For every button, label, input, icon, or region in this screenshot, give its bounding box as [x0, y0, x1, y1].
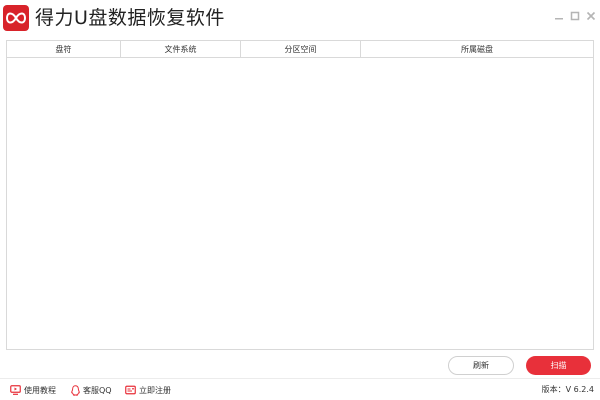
infinity-logo-icon: [3, 5, 29, 31]
disk-partition-table[interactable]: 盘符 文件系统 分区空间 所属磁盘: [6, 40, 594, 350]
column-header-partition-size[interactable]: 分区空间: [241, 41, 361, 58]
minimize-icon[interactable]: [553, 10, 565, 22]
column-header-drive-letter[interactable]: 盘符: [7, 41, 121, 58]
app-title: 得力U盘数据恢复软件: [35, 7, 225, 29]
qq-penguin-icon: [71, 384, 80, 396]
scan-button[interactable]: 扫描: [526, 356, 591, 375]
column-header-file-system[interactable]: 文件系统: [121, 41, 241, 58]
maximize-icon[interactable]: [569, 10, 581, 22]
close-icon[interactable]: [585, 10, 597, 22]
monitor-icon: [10, 385, 21, 395]
tutorial-label: 使用教程: [24, 385, 56, 395]
version-label: 版本：V 6.2.4: [541, 385, 594, 394]
customer-service-qq-link[interactable]: 客服QQ: [71, 384, 112, 396]
register-label: 立即注册: [139, 385, 171, 395]
tutorial-link[interactable]: 使用教程: [10, 384, 56, 396]
qq-label: 客服QQ: [83, 385, 112, 395]
app-window: 得力U盘数据恢复软件 盘符 文件系统 分区空间 所属磁盘 刷新 扫描 使用教程: [0, 0, 600, 400]
footer-bar: 使用教程 客服QQ 立即注册 版本：V 6.2.4: [0, 378, 600, 400]
register-card-icon: [125, 385, 136, 395]
title-bar[interactable]: 得力U盘数据恢复软件: [0, 0, 600, 36]
register-link[interactable]: 立即注册: [125, 384, 171, 396]
refresh-button[interactable]: 刷新: [448, 356, 514, 375]
table-header: 盘符 文件系统 分区空间 所属磁盘: [7, 41, 593, 58]
column-header-owner-disk[interactable]: 所属磁盘: [361, 41, 593, 58]
